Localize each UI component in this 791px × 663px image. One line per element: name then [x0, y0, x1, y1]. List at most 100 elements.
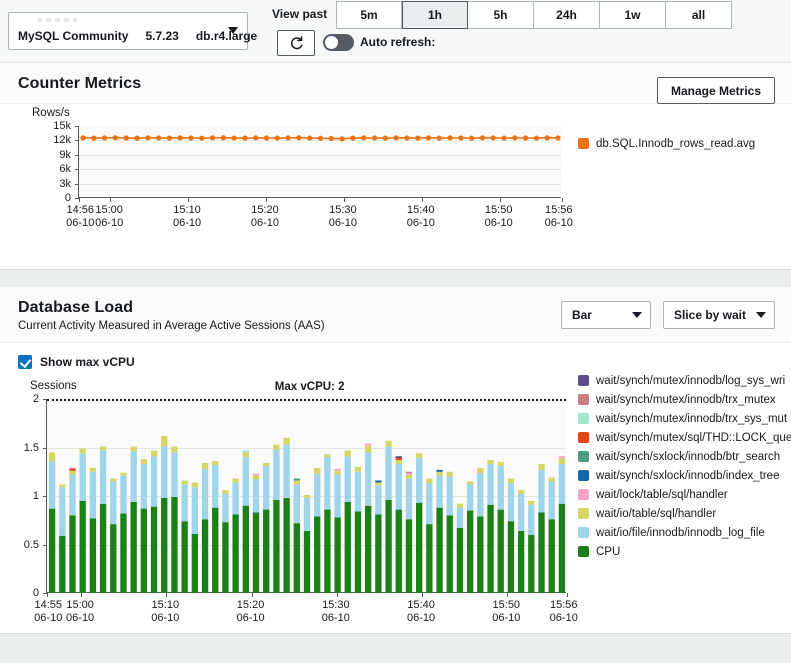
x-tick-mark [336, 593, 338, 597]
y-tick-label: 1 [32, 490, 39, 502]
legend-color-swatch [578, 394, 589, 405]
legend-item[interactable]: wait/synch/sxlock/innodb/index_tree [578, 466, 791, 485]
legend-label: wait/io/file/innodb/innodb_log_file [596, 526, 765, 539]
auto-refresh-toggle[interactable] [323, 34, 354, 51]
database-load-controls: Bar Slice by wait [560, 301, 775, 329]
legend-label: wait/synch/mutex/innodb/trx_mutex [596, 393, 776, 406]
y-tick-label: 12k [53, 134, 71, 147]
chart-type-value: Bar [571, 308, 592, 322]
y-axis-title: Rows/s [32, 107, 70, 119]
x-tick-label: 15:20 06-10 [236, 599, 265, 624]
show-max-vcpu-checkbox[interactable]: Show max vCPU [18, 355, 135, 369]
x-tick-mark [562, 198, 563, 202]
y-tick-label: 1.5 [23, 441, 39, 454]
instance-summary: MySQL Community 5.7.23 db.r4.large [18, 29, 257, 43]
legend-item[interactable]: wait/io/file/innodb/innodb_log_file [578, 523, 791, 542]
x-tick-mark [421, 198, 423, 202]
x-tick-mark [567, 593, 568, 597]
y-tick-label: 0 [32, 587, 39, 599]
x-tick-label: 15:50 06-10 [492, 599, 521, 624]
legend-item[interactable]: wait/io/table/sql/handler [578, 504, 791, 523]
caret-down-icon [756, 312, 766, 318]
x-tick-mark [47, 593, 48, 597]
slice-by-value: Slice by wait [673, 308, 746, 322]
legend-item[interactable]: wait/lock/table/sql/handler [578, 485, 791, 504]
instance-selector-dropdown[interactable]: MySQL Community 5.7.23 db.r4.large [8, 12, 257, 50]
database-load-chart[interactable]: Sessions 0 0.5 1 1.5 2 Max vCPU: 2 14:55 06-10 15… [0, 375, 791, 633]
legend-color-swatch [578, 138, 589, 150]
time-range-label: all [691, 8, 706, 22]
legend-item[interactable]: db.SQL.Innodb_rows_read.avg [578, 134, 791, 153]
legend-item[interactable]: wait/synch/mutex/sql/THD::LOCK_quer [578, 428, 791, 447]
legend-color-swatch [578, 432, 589, 443]
x-tick-mark [499, 198, 501, 202]
legend-label: wait/synch/mutex/innodb/log_sys_wri [596, 374, 786, 387]
legend-color-swatch [578, 470, 589, 481]
manage-metrics-button[interactable]: Manage Metrics [656, 77, 775, 104]
x-tick-label: 15:56 06-10 [544, 204, 573, 229]
database-load-card: Database Load Current Activity Measured … [0, 286, 791, 634]
y-tick-label: 9k [59, 148, 71, 161]
y-tick-label: 15k [53, 120, 71, 132]
legend-color-swatch [578, 527, 589, 538]
x-tick-label: 15:40 06-10 [406, 599, 436, 624]
time-range-label: 1w [624, 8, 641, 22]
counter-metrics-chart[interactable]: Rows/s 0 3k 6k 9k 12k 15k 14:56 06-10 15:00 06-10 1… [0, 104, 791, 269]
legend-label: wait/synch/sxlock/innodb/index_tree [596, 469, 780, 482]
view-past-label: View past [272, 7, 328, 21]
legend-item[interactable]: wait/synch/mutex/innodb/trx_sys_mut [578, 409, 791, 428]
top-toolbar: MySQL Community 5.7.23 db.r4.large View … [0, 0, 791, 62]
legend-item[interactable]: wait/synch/sxlock/innodb/btr_search [578, 447, 791, 466]
legend-item[interactable]: wait/synch/mutex/innodb/log_sys_wri [578, 371, 791, 390]
time-range-5h[interactable]: 5h [468, 1, 534, 29]
x-tick-mark [422, 593, 424, 597]
instance-class: db.r4.large [195, 29, 258, 43]
instance-version: 5.7.23 [145, 29, 179, 43]
x-tick-mark [110, 198, 112, 202]
plot-area [75, 126, 563, 202]
chart-type-dropdown[interactable]: Bar [560, 301, 651, 329]
instance-name-redacted [37, 18, 77, 22]
time-range-24h[interactable]: 24h [534, 1, 600, 29]
counter-metrics-header: Counter Metrics Manage Metrics [0, 63, 791, 104]
checkbox-checked-icon [18, 355, 32, 369]
slice-by-dropdown[interactable]: Slice by wait [662, 301, 775, 329]
y-tick-label: 2 [32, 393, 39, 405]
time-range-label: 5h [493, 8, 508, 22]
legend-label: wait/synch/mutex/sql/THD::LOCK_quer [596, 431, 791, 444]
x-tick-mark [343, 198, 345, 202]
legend-item[interactable]: CPU [578, 542, 791, 561]
x-tick-label: 15:00 06-10 [66, 599, 95, 624]
refresh-button[interactable] [277, 30, 315, 56]
x-tick-mark [81, 593, 83, 597]
caret-down-icon [228, 27, 238, 34]
x-tick-label: 15:30 06-10 [328, 204, 357, 229]
plot-area [43, 399, 568, 597]
time-range-5m[interactable]: 5m [336, 1, 402, 29]
y-tick-label: 0.5 [23, 538, 39, 551]
time-range-all[interactable]: all [666, 1, 732, 29]
time-range-label: 5m [360, 8, 378, 22]
x-tick-label: 14:56 06-10 [66, 204, 95, 229]
x-tick-mark [188, 198, 190, 202]
x-tick-label: 15:10 06-10 [151, 599, 180, 624]
y-tick-label: 6k [59, 163, 71, 176]
time-range-segmented-control: 5m 1h 5h 24h 1w all [336, 1, 732, 29]
x-tick-label: 15:30 06-10 [321, 599, 350, 624]
auto-refresh-label: Auto refresh: [360, 35, 436, 49]
legend-label: CPU [596, 545, 621, 558]
x-tick-mark [507, 593, 509, 597]
counter-metrics-card: Counter Metrics Manage Metrics Rows/s 0 3k… [0, 62, 791, 270]
legend-item[interactable]: wait/synch/mutex/innodb/trx_mutex [578, 390, 791, 409]
time-range-1w[interactable]: 1w [600, 1, 666, 29]
x-tick-mark [251, 593, 253, 597]
x-tick-mark [79, 198, 80, 202]
x-tick-label: 15:56 06-10 [549, 599, 578, 624]
instance-engine: MySQL Community [18, 29, 129, 43]
x-tick-label: 15:40 06-10 [406, 204, 435, 229]
x-tick-label: 15:10 06-10 [172, 204, 202, 229]
x-tick-mark [265, 198, 267, 202]
x-tick-label: 15:50 06-10 [484, 204, 513, 229]
x-tick-label: 14:55 06-10 [34, 599, 63, 624]
time-range-1h[interactable]: 1h [402, 1, 468, 29]
